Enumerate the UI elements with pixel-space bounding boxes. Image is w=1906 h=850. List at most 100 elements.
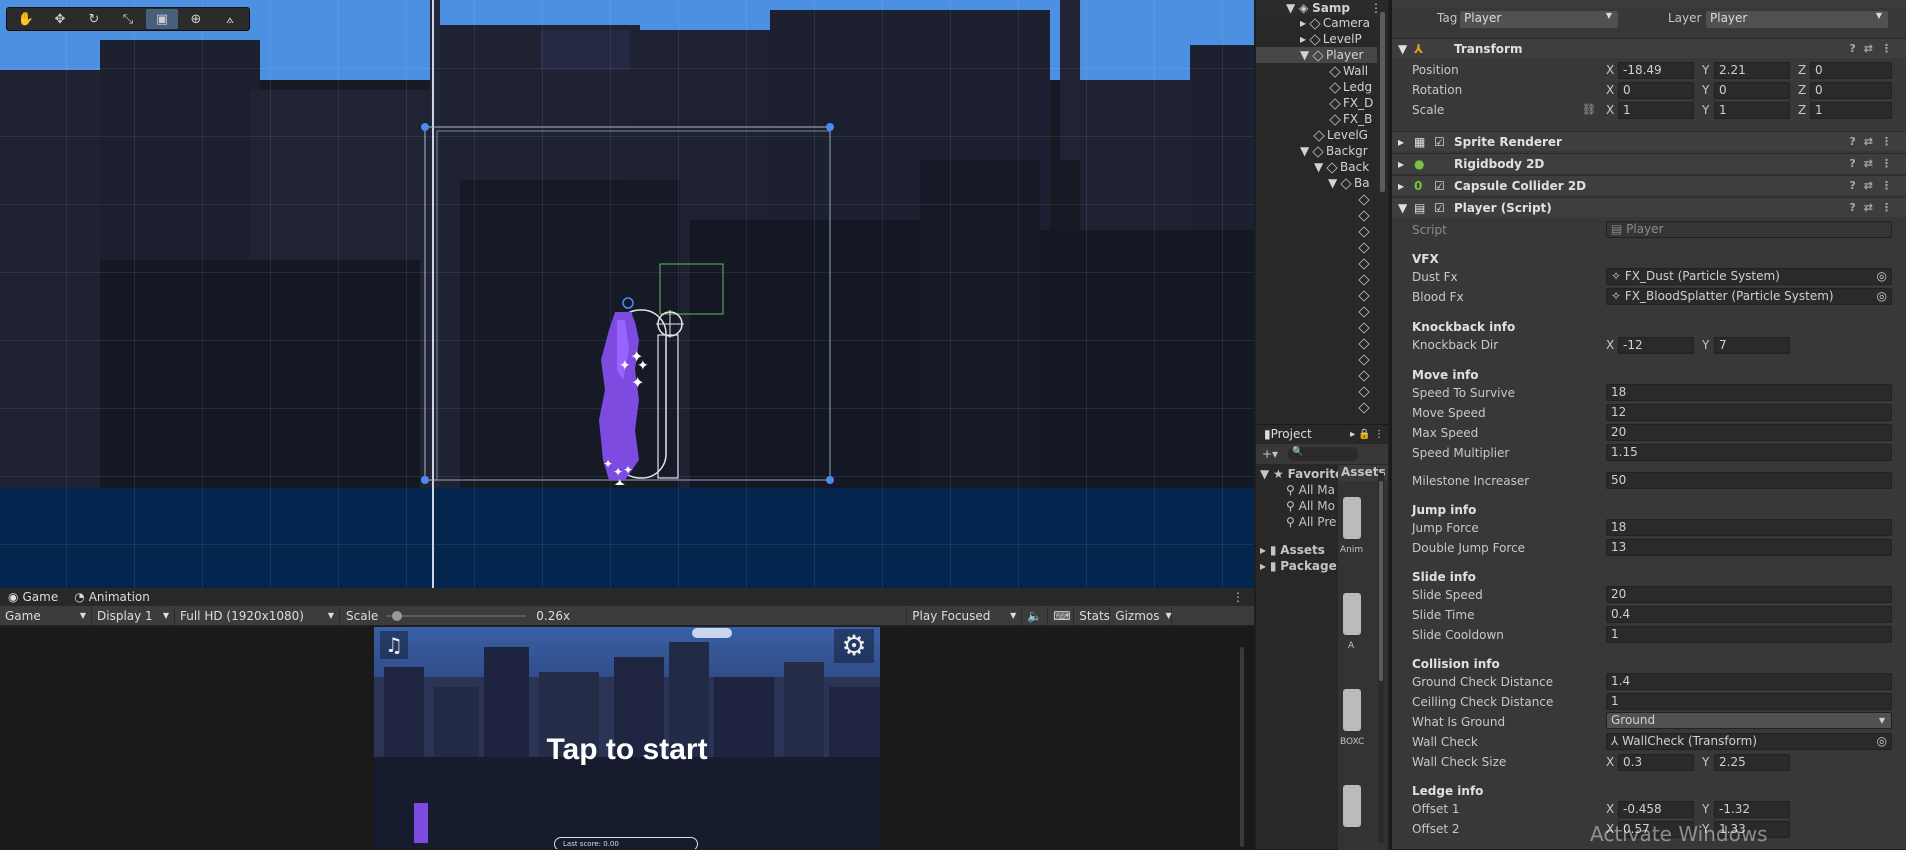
hierarchy-item[interactable]: FX_D (1329, 95, 1373, 111)
hierarchy-item[interactable]: ▸ Camera (1300, 15, 1370, 31)
hierarchy-scene-row[interactable]: ▼ ◈ Samp ⋮ (1256, 0, 1388, 16)
enabled-checkbox[interactable]: ☑ (1434, 201, 1454, 215)
position-y-field[interactable]: 2.21 (1714, 62, 1790, 79)
custom-tool-icon[interactable]: ⟑ (214, 9, 246, 29)
layer-dropdown[interactable]: Player ▼ (1706, 11, 1888, 28)
component-header-icons[interactable]: ?⇄⋮ (1849, 42, 1900, 55)
field-label: Ceilling Check Distance (1412, 695, 1554, 709)
mute-audio-icon[interactable]: 🔈 (1022, 606, 1049, 625)
play-focused-dropdown[interactable]: Play Focused ▼ (906, 606, 1023, 625)
wall-check-size-y-field[interactable]: 2.25 (1714, 754, 1790, 771)
selection-gizmo[interactable] (0, 0, 1254, 588)
keyboard-icon[interactable]: ⌨ (1048, 606, 1075, 625)
wall-check-field[interactable]: ⅄ WallCheck (Transform) ◎ (1606, 733, 1892, 750)
player-sprite[interactable]: ✦ ✦ ✦ ✦ ✦ ✦ ✦ ✦ (595, 310, 665, 485)
rotate-tool-icon[interactable]: ↻ (78, 9, 110, 29)
rotation-y-field[interactable]: 0 (1714, 82, 1790, 99)
hand-tool-icon[interactable]: ✋ (10, 9, 42, 29)
rigidbody-header[interactable]: ▸ ● Rigidbody 2D ?⇄⋮ (1392, 153, 1906, 173)
asset-thumb[interactable] (1343, 785, 1361, 827)
settings-gear-icon[interactable]: ⚙ (834, 629, 874, 663)
project-search-input[interactable]: 🔍 (1288, 447, 1359, 461)
favorite-item[interactable]: ⚲ All Ma (1286, 483, 1335, 497)
gizmos-dropdown[interactable]: Gizmos ▼ (1110, 606, 1173, 625)
offset1-y-field[interactable]: -1.32 (1714, 801, 1790, 818)
asset-thumb[interactable] (1343, 689, 1361, 731)
favorite-item[interactable]: ⚲ All Pre (1286, 515, 1336, 529)
assets-scrollbar[interactable] (1378, 473, 1384, 843)
hierarchy-item[interactable]: LevelG (1313, 127, 1368, 143)
wall-check-size-x-field[interactable]: 0.3 (1618, 754, 1694, 771)
knockback-section: Knockback info (1412, 320, 1516, 334)
hierarchy-item[interactable]: ▸ LevelP (1300, 31, 1362, 47)
enabled-checkbox[interactable]: ☑ (1434, 135, 1454, 149)
max-speed-field[interactable]: 20 (1606, 424, 1892, 441)
position-x-field[interactable]: -18.49 (1618, 62, 1694, 79)
scale-slider[interactable] (386, 607, 527, 625)
hierarchy-item[interactable]: FX_B (1329, 111, 1372, 127)
move-tool-icon[interactable]: ✥ (44, 9, 76, 29)
game-canvas[interactable]: ♫ ⚙ Tap to start Last score: 0.00 (374, 627, 880, 849)
move-speed-field[interactable]: 12 (1606, 404, 1892, 421)
asset-thumb[interactable] (1343, 497, 1361, 539)
speed-multiplier-field[interactable]: 1.15 (1606, 444, 1892, 461)
sprite-renderer-header[interactable]: ▸ ▦ ☑ Sprite Renderer ?⇄⋮ (1392, 131, 1906, 151)
more-options-icon[interactable]: ⋮ (1232, 590, 1254, 604)
scale-z-field[interactable]: 1 (1810, 102, 1892, 119)
field-label: Milestone Increaser (1412, 474, 1530, 488)
knockback-y-field[interactable]: 7 (1714, 337, 1790, 354)
rotation-z-field[interactable]: 0 (1810, 82, 1892, 99)
packages-folder[interactable]: ▸ ▮ Package (1260, 559, 1337, 573)
speed-to-survive-field[interactable]: 18 (1606, 384, 1892, 401)
transform-tool-icon[interactable]: ⊕ (180, 9, 212, 29)
game-mode-dropdown[interactable]: Game ▼ (0, 606, 92, 625)
assets-folder[interactable]: ▸ ▮ Assets (1260, 543, 1325, 557)
ceiling-check-distance-field[interactable]: 1 (1606, 693, 1892, 710)
slide-time-field[interactable]: 0.4 (1606, 606, 1892, 623)
transform-header[interactable]: ▼ ⅄ Transform ?⇄⋮ (1392, 38, 1906, 58)
milestone-increaser-field[interactable]: 50 (1606, 472, 1892, 489)
scale-label: Scale (346, 608, 379, 623)
scale-x-field[interactable]: 1 (1618, 102, 1694, 119)
constrain-proportions-icon[interactable]: ⛓ (1582, 103, 1596, 116)
stats-button[interactable]: Stats (1074, 606, 1111, 625)
player-script-header[interactable]: ▼ ▤ ☑ Player (Script) ?⇄⋮ (1392, 197, 1906, 217)
offset1-x-field[interactable]: -0.458 (1618, 801, 1694, 818)
tab-game[interactable]: ◉ Game (0, 588, 66, 606)
enabled-checkbox[interactable]: ☑ (1434, 179, 1454, 193)
what-is-ground-dropdown[interactable]: Ground ▼ (1606, 712, 1892, 729)
capsule-collider-header[interactable]: ▸ 0 ☑ Capsule Collider 2D ?⇄⋮ (1392, 175, 1906, 195)
scale-tool-icon[interactable]: ⤡ (112, 9, 144, 29)
tab-animation[interactable]: ◔ Animation (66, 588, 158, 606)
jump-force-field[interactable]: 18 (1606, 519, 1892, 536)
favorites-header[interactable]: ▼ ★ Favorite (1260, 467, 1343, 481)
hierarchy-item[interactable]: Wall (1329, 63, 1368, 79)
favorite-item[interactable]: ⚲ All Mo (1286, 499, 1335, 513)
slide-cooldown-field[interactable]: 1 (1606, 626, 1892, 643)
display-dropdown[interactable]: Display 1 ▼ (92, 606, 175, 625)
knockback-x-field[interactable]: -12 (1618, 337, 1694, 354)
position-z-field[interactable]: 0 (1810, 62, 1892, 79)
music-icon[interactable]: ♫ (380, 631, 408, 659)
asset-thumb[interactable] (1343, 593, 1361, 635)
resolution-dropdown[interactable]: Full HD (1920x1080) ▼ (175, 606, 340, 625)
blood-fx-field[interactable]: ✧ FX_BloodSplatter (Particle System) ◎ (1606, 288, 1892, 305)
ground-check-distance-field[interactable]: 1.4 (1606, 673, 1892, 690)
slide-speed-field[interactable]: 20 (1606, 586, 1892, 603)
rect-tool-icon[interactable]: ▣ (146, 9, 178, 29)
hierarchy-item[interactable]: ▼ Back (1314, 159, 1369, 175)
game-view-scrollbar[interactable] (1240, 647, 1244, 847)
rotation-x-field[interactable]: 0 (1618, 82, 1694, 99)
hierarchy-scrollbar[interactable] (1377, 0, 1388, 424)
double-jump-force-field[interactable]: 13 (1606, 539, 1892, 556)
create-plus-icon[interactable]: +▾ (1262, 447, 1278, 461)
hierarchy-item[interactable]: ▼ Ba (1328, 175, 1370, 191)
tab-project[interactable]: ▮ Project ▸ 🔒 ⋮ (1256, 425, 1388, 443)
hierarchy-item[interactable]: Ledg (1329, 79, 1372, 95)
scene-view[interactable]: ✦ ✦ ✦ ✦ ✦ ✦ ✦ ✦ ✋ ✥ ↻ ⤡ ▣ ⊕ ⟑ (0, 0, 1254, 588)
tag-dropdown[interactable]: Player ▼ (1460, 11, 1618, 28)
scale-y-field[interactable]: 1 (1714, 102, 1790, 119)
hierarchy-item[interactable]: ▼ Backgr (1300, 143, 1368, 159)
hierarchy-item-player[interactable]: ▼ Player (1256, 47, 1388, 63)
dust-fx-field[interactable]: ✧ FX_Dust (Particle System) ◎ (1606, 268, 1892, 285)
